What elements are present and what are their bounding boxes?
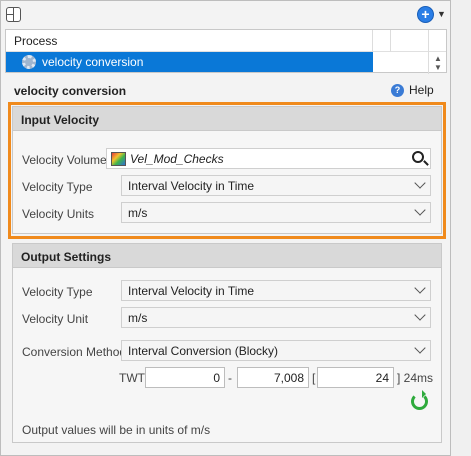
velocity-conversion-window: + ▼ Process velocity conversion ▲ ▼ velo… <box>0 0 451 456</box>
conversion-method-label: Conversion Method <box>22 345 127 359</box>
output-velocity-type-value: Interval Velocity in Time <box>128 284 255 298</box>
panel-layout-icon[interactable] <box>6 7 21 22</box>
output-settings-header: Output Settings <box>13 244 441 268</box>
conversion-method-select[interactable]: Interval Conversion (Blocky) <box>121 340 431 361</box>
chevron-down-icon <box>414 282 426 294</box>
help-icon: ? <box>391 84 404 97</box>
chevron-down-icon <box>414 309 426 321</box>
process-table: Process velocity conversion ▲ ▼ <box>5 29 447 74</box>
output-units-note: Output values will be in units of m/s <box>22 423 211 437</box>
output-settings-group: Output Settings Velocity Type Interval V… <box>12 243 442 443</box>
twt-bracket-open: [ <box>312 371 316 385</box>
add-process-button[interactable]: + <box>417 6 434 23</box>
scroll-up-icon[interactable]: ▲ <box>434 54 442 63</box>
column-divider <box>372 30 373 52</box>
output-velocity-unit-value: m/s <box>128 311 148 325</box>
output-velocity-type-label: Velocity Type <box>22 285 93 299</box>
conversion-method-value: Interval Conversion (Blocky) <box>128 344 279 358</box>
refresh-icon[interactable] <box>411 390 428 410</box>
output-settings-title: Output Settings <box>21 250 111 264</box>
chevron-down-icon[interactable]: ▼ <box>437 9 446 19</box>
twt-step-unit: ] 24ms <box>397 371 434 385</box>
output-velocity-type-select[interactable]: Interval Velocity in Time <box>121 280 431 301</box>
toolbar: + ▼ <box>1 1 450 29</box>
scroll-down-icon[interactable]: ▼ <box>434 63 442 72</box>
output-velocity-unit-label: Velocity Unit <box>22 312 89 326</box>
chevron-down-icon <box>414 342 426 354</box>
twt-start-input[interactable]: 0 <box>145 367 225 388</box>
input-velocity-highlight <box>8 102 446 239</box>
gear-icon <box>22 55 36 69</box>
help-label: Help <box>409 83 434 97</box>
output-velocity-unit-select[interactable]: m/s <box>121 307 431 328</box>
twt-label: TWT <box>119 371 145 385</box>
process-table-header: Process <box>6 30 446 52</box>
page-title: velocity conversion <box>14 84 127 98</box>
process-row-label: velocity conversion <box>42 55 144 69</box>
twt-end-input[interactable]: 7,008 <box>237 367 309 388</box>
process-row-velocity-conversion[interactable]: velocity conversion <box>6 52 373 72</box>
column-divider <box>390 30 391 52</box>
scrollbar-divider <box>428 30 429 74</box>
process-column-header: Process <box>14 34 58 48</box>
twt-range-dash: - <box>228 371 232 385</box>
twt-step-input[interactable]: 24 <box>317 367 394 388</box>
